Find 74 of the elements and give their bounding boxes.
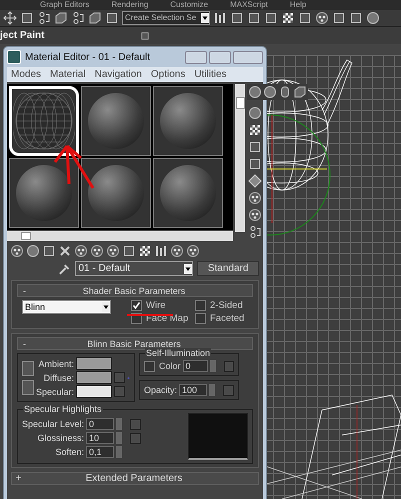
field-label: Glossiness: [38,433,84,443]
caret-icon[interactable] [201,13,209,23]
shader-dropdown[interactable]: Blinn [22,300,111,314]
bars-icon[interactable] [154,244,168,258]
number-field[interactable]: 0 [86,418,114,430]
square-icon[interactable] [298,11,312,25]
menu-item[interactable]: Modes [11,69,42,80]
number-field[interactable]: 100 [179,384,208,396]
rollout-title[interactable]: Extended Parameters [22,473,246,484]
collapse-toggle[interactable]: + [12,473,22,484]
app-icon [7,50,21,64]
color-swatch[interactable] [76,357,112,370]
ribbon-label: ject Paint [0,30,44,41]
color-swatch[interactable] [76,385,112,398]
vertical-scrollbar[interactable] [235,84,245,232]
highlight-curve-preview [188,413,248,460]
window-title: Material Editor - 01 - Default [25,52,150,62]
caret-icon[interactable] [102,302,110,312]
diamond-icon[interactable] [248,174,262,188]
collapse-toggle[interactable]: - [18,338,28,348]
square-icon[interactable] [248,157,262,171]
opacity-label: Opacity: [144,385,178,395]
checker-icon[interactable] [281,11,295,25]
square-icon[interactable] [332,11,346,25]
square-icon[interactable] [105,11,119,25]
eyedropper-icon[interactable] [57,262,70,276]
checker-icon[interactable] [248,123,262,137]
square-icon[interactable] [42,244,56,258]
checker-icon[interactable] [138,244,152,258]
selection-set-dropdown[interactable]: Create Selection Se [122,11,210,25]
number-field[interactable]: 0 [182,360,208,372]
field-label: Specular Level: [22,419,84,429]
menu-item[interactable]: Options [150,69,186,80]
number-field[interactable]: 0,1 [86,446,114,458]
group-title: Specular Highlights [23,404,103,414]
move-icon[interactable] [3,11,17,25]
horizontal-scrollbar[interactable] [7,231,233,241]
underline-annotation [127,314,173,316]
square-icon[interactable] [230,11,244,25]
square-icon[interactable] [122,244,136,258]
rollout-title[interactable]: Shader Basic Parameters [28,286,240,296]
menu-item[interactable]: Rendering [111,0,148,10]
menu-item[interactable]: Utilities [194,69,227,80]
close-icon[interactable] [58,244,72,258]
color-swatch[interactable] [76,371,112,384]
option-checkbox[interactable]: 2-Sided [195,300,253,311]
square-icon[interactable] [349,11,363,25]
option-checkbox[interactable]: Faceted [195,313,253,324]
color-label: Ambient: [38,358,74,368]
color-label: Specular: [36,386,74,396]
option-checkbox[interactable]: Wire [131,300,195,311]
color-checkbox[interactable]: Color [144,360,181,372]
menu-item[interactable]: Customize [170,0,208,10]
group-title: Self-Illumination [145,348,212,358]
rollout-title[interactable]: Blinn Basic Parameters [28,338,240,348]
material-type-button[interactable]: Standard [197,261,260,276]
check-icon [132,301,141,310]
square-icon[interactable] [248,140,262,154]
field-label: Soften: [56,447,84,457]
menu-item[interactable]: MAXScript [230,0,268,10]
square-icon[interactable] [20,11,34,25]
material-name-field[interactable]: 01 - Default [74,261,194,276]
bars-icon[interactable] [213,11,227,25]
menu-item[interactable]: Material [50,69,86,80]
menu-item[interactable]: Navigation [94,69,142,80]
menu-item[interactable]: Help [290,0,306,10]
collapse-toggle[interactable]: - [18,286,28,296]
square-icon[interactable] [264,11,278,25]
number-field[interactable]: 10 [86,432,114,444]
cube-icon[interactable] [292,85,307,99]
menu-item[interactable]: Graph Editors [40,0,90,10]
color-label: Diffuse: [44,372,74,382]
square-icon[interactable] [247,11,261,25]
caret-icon[interactable] [184,264,192,274]
